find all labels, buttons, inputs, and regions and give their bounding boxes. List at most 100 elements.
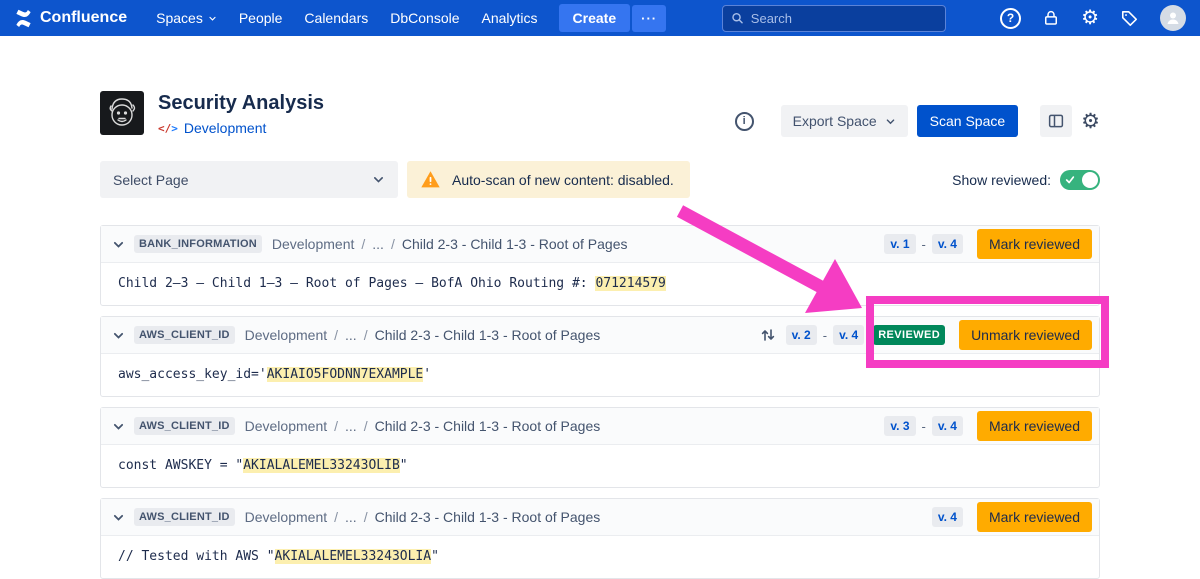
nav-item-spaces[interactable]: Spaces	[145, 4, 228, 32]
mark-reviewed-button[interactable]: Mark reviewed	[977, 229, 1092, 259]
breadcrumb-space[interactable]: Development	[245, 509, 328, 525]
nav-item-dbconsole[interactable]: DbConsole	[379, 4, 470, 32]
reviewed-status-badge: REVIEWED	[873, 325, 945, 345]
finding-actions: v. 1 - v. 4 Mark reviewed	[884, 229, 1092, 259]
finding-header: AWS_CLIENT_ID Development / ... / Child …	[101, 408, 1099, 445]
version-to-badge[interactable]: v. 4	[833, 325, 864, 345]
mark-reviewed-button[interactable]: Mark reviewed	[977, 411, 1092, 441]
finding-type-badge: AWS_CLIENT_ID	[134, 326, 235, 344]
compare-versions-icon[interactable]	[760, 327, 776, 343]
space-avatar-art	[102, 93, 142, 133]
breadcrumb-space[interactable]: Development	[245, 327, 328, 343]
collapse-chevron-icon[interactable]	[112, 420, 125, 433]
gear-icon[interactable]: ⚙	[1081, 8, 1099, 28]
nav-item-label: Calendars	[304, 10, 368, 26]
finding-header: AWS_CLIENT_ID Development / ... / Child …	[101, 317, 1099, 354]
breadcrumb-page[interactable]: Child 2-3 - Child 1-3 - Root of Pages	[402, 236, 628, 252]
breadcrumb-page[interactable]: Child 2-3 - Child 1-3 - Root of Pages	[375, 327, 601, 343]
finding-card: AWS_CLIENT_ID Development / ... / Child …	[100, 316, 1100, 397]
breadcrumb-separator: /	[334, 509, 338, 525]
breadcrumb-separator: /	[334, 418, 338, 434]
chevron-down-icon	[372, 173, 385, 186]
nav-item-label: Spaces	[156, 10, 203, 26]
search-icon	[731, 11, 744, 25]
breadcrumb-space[interactable]: Development	[272, 236, 355, 252]
breadcrumb-separator: /	[364, 418, 368, 434]
breadcrumb-ellipsis[interactable]: ...	[372, 236, 384, 252]
breadcrumb-space[interactable]: Development	[245, 418, 328, 434]
confluence-logo[interactable]: Confluence	[14, 9, 127, 28]
show-reviewed-toggle[interactable]	[1060, 170, 1100, 190]
space-link-development[interactable]: Development	[184, 120, 267, 136]
scan-space-button[interactable]: Scan Space	[917, 105, 1019, 137]
toggle-knob	[1082, 172, 1098, 188]
snippet-text: aws_access_key_id='	[118, 367, 267, 382]
select-page-dropdown[interactable]: Select Page	[100, 161, 398, 198]
snippet-highlight: 071214579	[595, 276, 665, 291]
finding-snippet: aws_access_key_id='AKIAIO5FODNN7EXAMPLE'	[101, 354, 1099, 396]
brand-label: Confluence	[40, 9, 127, 27]
version-from-badge[interactable]: v. 1	[884, 234, 915, 254]
tag-icon[interactable]	[1120, 9, 1139, 28]
sidebar-layout-icon	[1047, 112, 1065, 130]
confluence-logo-icon	[14, 9, 33, 28]
version-to-badge[interactable]: v. 4	[932, 416, 963, 436]
nav-item-label: DbConsole	[390, 10, 459, 26]
nav-item-people[interactable]: People	[228, 4, 294, 32]
finding-card: AWS_CLIENT_ID Development / ... / Child …	[100, 407, 1100, 488]
finding-actions: v. 2 - v. 4 REVIEWED Unmark reviewed	[760, 320, 1092, 350]
finding-snippet: // Tested with AWS "AKIALALEMEL33243OLIA…	[101, 536, 1099, 578]
version-dash: -	[922, 419, 926, 434]
more-menu-button[interactable]: ···	[632, 5, 666, 32]
info-icon[interactable]: i	[735, 112, 754, 131]
nav-item-label: Analytics	[482, 10, 538, 26]
collapse-chevron-icon[interactable]	[112, 511, 125, 524]
code-icon: </>	[158, 122, 178, 135]
version-to-badge[interactable]: v. 4	[932, 234, 963, 254]
version-dash: -	[922, 237, 926, 252]
person-icon	[1165, 10, 1181, 26]
snippet-text: "	[431, 549, 439, 564]
breadcrumb-separator: /	[361, 236, 365, 252]
breadcrumb-page[interactable]: Child 2-3 - Child 1-3 - Root of Pages	[375, 509, 601, 525]
create-button[interactable]: Create	[559, 4, 631, 32]
nav-item-label: People	[239, 10, 283, 26]
nav-right-icons: ? ⚙	[1000, 5, 1186, 31]
collapse-chevron-icon[interactable]	[112, 329, 125, 342]
help-icon[interactable]: ?	[1000, 8, 1021, 29]
user-avatar[interactable]	[1160, 5, 1186, 31]
breadcrumb: Development / ... / Child 2-3 - Child 1-…	[245, 509, 601, 525]
finding-type-badge: AWS_CLIENT_ID	[134, 417, 235, 435]
export-space-label: Export Space	[793, 113, 877, 129]
space-avatar	[100, 91, 144, 135]
snippet-text: // Tested with AWS "	[118, 549, 275, 564]
lock-icon[interactable]	[1042, 9, 1060, 27]
search-box[interactable]	[722, 5, 946, 32]
space-settings-gear-icon[interactable]: ⚙	[1081, 111, 1100, 132]
breadcrumb-page[interactable]: Child 2-3 - Child 1-3 - Root of Pages	[375, 418, 601, 434]
version-from-badge[interactable]: v. 3	[884, 416, 915, 436]
version-dash: -	[823, 328, 827, 343]
breadcrumb: Development / ... / Child 2-3 - Child 1-…	[272, 236, 628, 252]
space-header: Security Analysis </> Development i Expo…	[100, 91, 1100, 137]
space-header-actions: i Export Space Scan Space ⚙	[735, 91, 1100, 137]
search-input[interactable]	[751, 11, 937, 26]
warning-text: Auto-scan of new content: disabled.	[452, 172, 674, 188]
mark-reviewed-button[interactable]: Mark reviewed	[977, 502, 1092, 532]
version-to-badge[interactable]: v. 4	[932, 507, 963, 527]
finding-type-badge: BANK_INFORMATION	[134, 235, 262, 253]
nav-item-analytics[interactable]: Analytics	[471, 4, 549, 32]
breadcrumb-ellipsis[interactable]: ...	[345, 418, 357, 434]
breadcrumb-ellipsis[interactable]: ...	[345, 509, 357, 525]
nav-item-calendars[interactable]: Calendars	[293, 4, 379, 32]
chevron-down-icon	[885, 116, 896, 127]
version-from-badge[interactable]: v. 2	[786, 325, 817, 345]
sidebar-layout-button[interactable]	[1040, 105, 1072, 137]
collapse-chevron-icon[interactable]	[112, 238, 125, 251]
breadcrumb-ellipsis[interactable]: ...	[345, 327, 357, 343]
snippet-text: Child 2–3 – Child 1–3 – Root of Pages – …	[118, 276, 595, 291]
controls-row: Select Page Auto-scan of new content: di…	[100, 161, 1100, 198]
export-space-button[interactable]: Export Space	[781, 105, 908, 137]
unmark-reviewed-button[interactable]: Unmark reviewed	[959, 320, 1092, 350]
snippet-highlight: AKIAIO5FODNN7EXAMPLE	[267, 367, 424, 382]
